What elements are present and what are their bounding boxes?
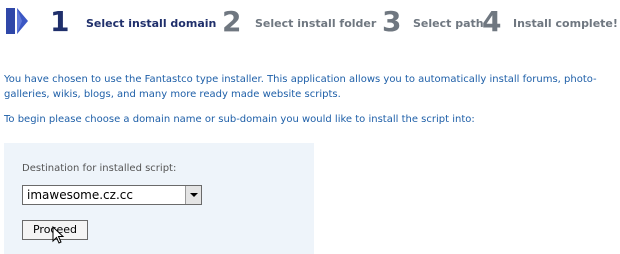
step-1-number: 1 — [50, 5, 70, 38]
intro-text: You have chosen to use the Fantastco typ… — [4, 72, 604, 127]
step-3-number: 3 — [382, 5, 402, 38]
step-2-label: Select install folder — [255, 17, 377, 30]
destination-label: Destination for installed script: — [22, 163, 177, 174]
domain-select-value: imawesome.cz.cc — [27, 188, 133, 202]
instruction-paragraph: To begin please choose a domain name or … — [4, 114, 475, 125]
step-3-label: Select path — [413, 17, 484, 30]
chevron-down-icon[interactable] — [185, 186, 201, 204]
step-1-label: Select install domain — [86, 17, 217, 30]
wizard-steps: 1 Select install domain 2 Select install… — [0, 0, 620, 44]
arrow-right-icon — [6, 8, 28, 34]
domain-select[interactable]: imawesome.cz.cc — [22, 185, 202, 205]
mouse-pointer-icon — [52, 226, 65, 244]
step-4-label: Install complete! — [513, 17, 618, 30]
intro-paragraph: You have chosen to use the Fantastco typ… — [4, 74, 597, 100]
step-2-number: 2 — [222, 5, 242, 38]
step-4-number: 4 — [482, 5, 502, 38]
install-form-panel: Destination for installed script: imawes… — [4, 143, 314, 254]
